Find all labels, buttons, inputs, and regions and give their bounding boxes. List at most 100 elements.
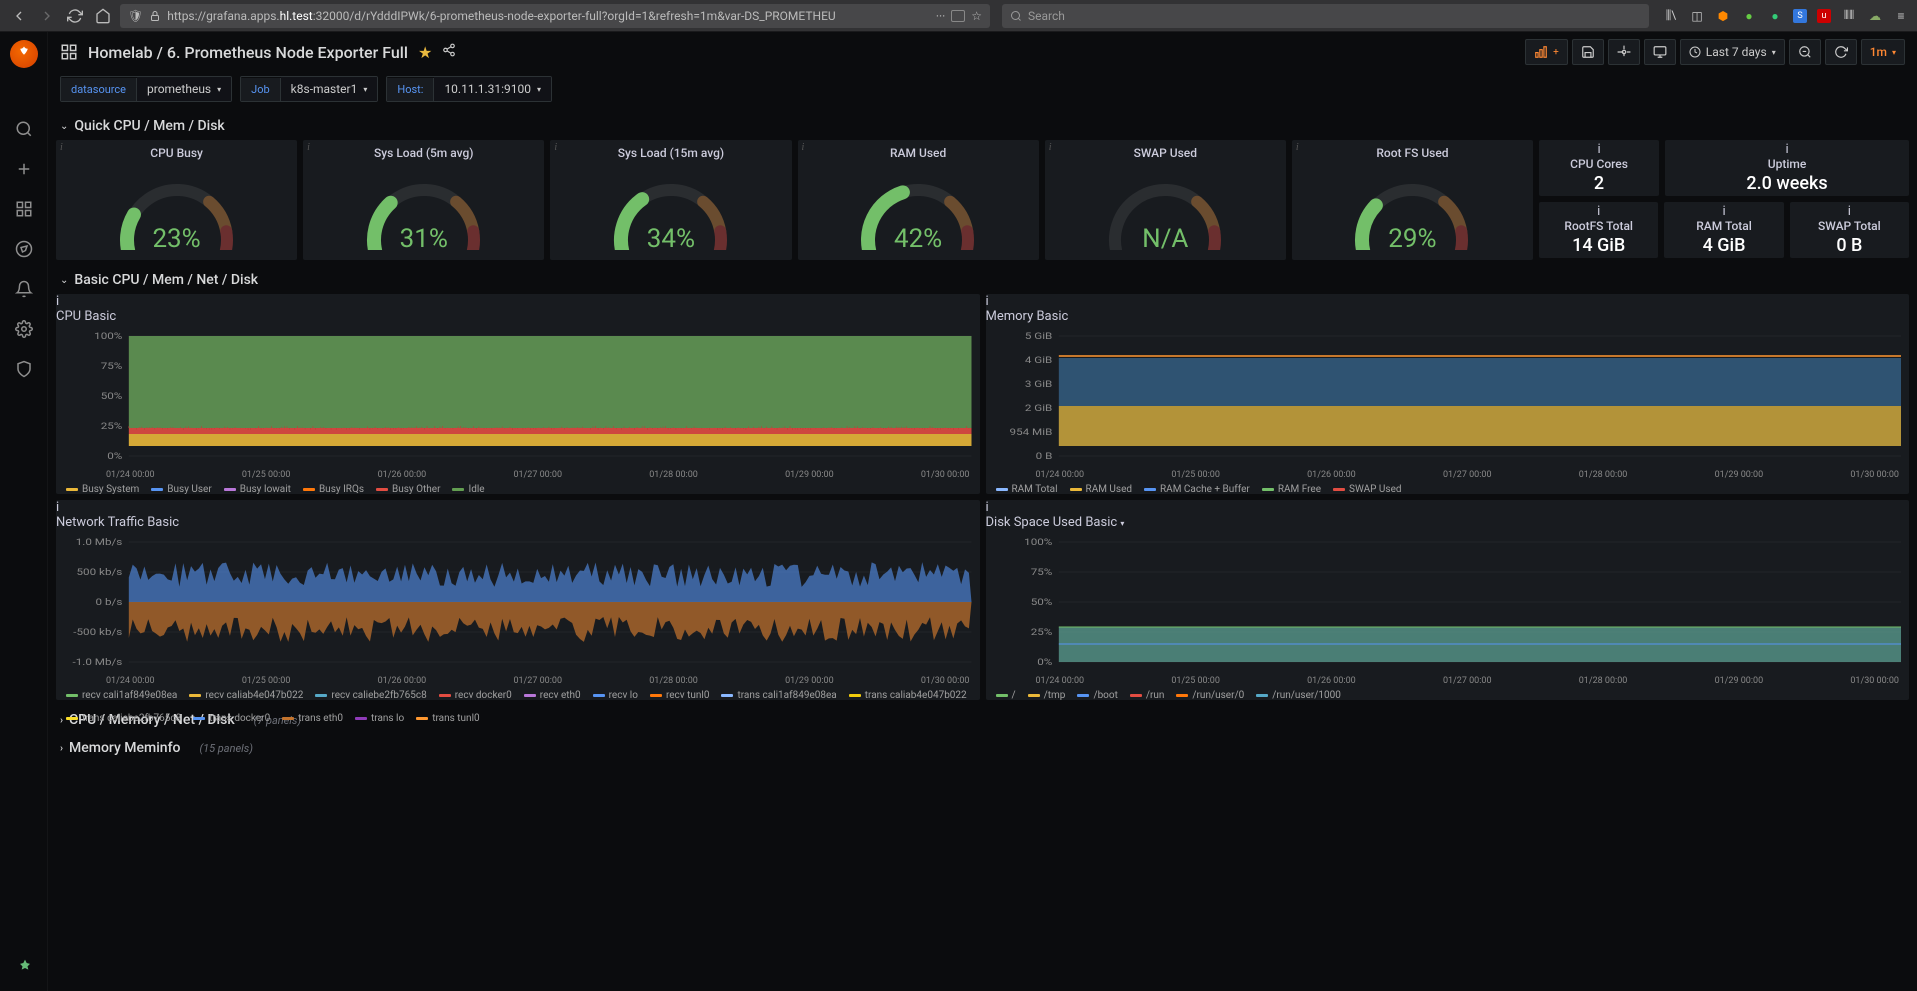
ext-icon-4[interactable]: S — [1793, 9, 1807, 23]
legend-item[interactable]: recv caliab4e047b022 — [189, 690, 303, 701]
legend-item[interactable]: recv cali1af849e08ea — [66, 690, 177, 701]
zoom-out-button[interactable] — [1789, 39, 1821, 65]
settings-button[interactable] — [1608, 39, 1640, 65]
gauge-sys-load-5m-avg-[interactable]: i Sys Load (5m avg) 31% — [303, 140, 544, 260]
info-icon[interactable]: i — [1597, 142, 1600, 157]
info-icon[interactable]: i — [802, 142, 805, 153]
panel-cpu-basic[interactable]: i CPU Basic 100%75%50%25%0% 01/24 00:000… — [56, 294, 980, 494]
info-icon[interactable]: i — [1785, 142, 1788, 157]
var-host[interactable]: Host: 10.11.1.31:9100▾ — [386, 76, 552, 102]
home-button[interactable] — [92, 5, 114, 27]
legend-item[interactable]: recv eth0 — [524, 690, 581, 701]
legend-item[interactable]: trans caliab4e047b022 — [849, 690, 967, 701]
browser-search[interactable]: Search — [1002, 4, 1649, 28]
grafana-logo[interactable] — [10, 40, 38, 68]
legend-item[interactable]: Busy IRQs — [303, 484, 364, 495]
sidebar-create[interactable] — [13, 158, 35, 180]
ext-icon-1[interactable]: ⬢ — [1715, 8, 1731, 24]
ext-icon-3[interactable]: ● — [1767, 8, 1783, 24]
sidebar-alerting[interactable] — [13, 278, 35, 300]
stat-rootfs[interactable]: iRootFS Total14 GiB — [1539, 202, 1658, 258]
stat-ram[interactable]: iRAM Total4 GiB — [1664, 202, 1783, 258]
stat-uptime[interactable]: iUptime2.0 weeks — [1665, 140, 1909, 196]
legend-item[interactable]: /run/user/1000 — [1256, 690, 1341, 701]
star-icon[interactable]: ★ — [418, 43, 432, 62]
legend-item[interactable]: Busy Iowait — [224, 484, 291, 495]
var-datasource[interactable]: datasource prometheus▾ — [60, 76, 232, 102]
info-icon[interactable]: i — [307, 142, 310, 153]
add-panel-button[interactable]: + — [1525, 39, 1568, 65]
time-range-picker[interactable]: Last 7 days▾ — [1680, 39, 1785, 65]
legend-item[interactable]: RAM Used — [1070, 484, 1132, 495]
forward-button[interactable] — [36, 5, 58, 27]
legend-item[interactable]: /run — [1130, 690, 1165, 701]
ext-icon-2[interactable]: ● — [1741, 8, 1757, 24]
sidebar-search[interactable] — [13, 118, 35, 140]
info-icon[interactable]: i — [56, 294, 980, 309]
ext-icon-7[interactable]: ☁ — [1867, 8, 1883, 24]
legend-item[interactable]: SWAP Used — [1333, 484, 1402, 495]
legend-item[interactable]: recv lo — [593, 690, 638, 701]
ext-icon-6[interactable]: ⦀⦀ — [1841, 8, 1857, 24]
sidebar-admin[interactable] — [13, 358, 35, 380]
legend-item[interactable]: trans caliebe2fb765c8 — [66, 713, 181, 724]
legend-item[interactable]: Idle — [452, 484, 484, 495]
menu-icon[interactable]: ≡ — [1893, 8, 1909, 24]
gauge-sys-load-15m-avg-[interactable]: i Sys Load (15m avg) 34% — [550, 140, 791, 260]
info-icon[interactable]: i — [986, 500, 1910, 515]
gauge-cpu-busy[interactable]: i CPU Busy 23% — [56, 140, 297, 260]
url-bar[interactable]: 🛡 https://grafana.apps.hl.test:32000/d/r… — [120, 4, 990, 28]
legend-item[interactable]: trans docker0 — [193, 713, 270, 724]
ellipsis-icon[interactable]: ··· — [936, 9, 945, 23]
var-job[interactable]: Job k8s-master1▾ — [240, 76, 378, 102]
legend-item[interactable]: recv caliebe2fb765c8 — [315, 690, 426, 701]
row-header-basic[interactable]: ⌄Basic CPU / Mem / Net / Disk — [56, 266, 1909, 294]
info-icon[interactable]: i — [986, 294, 1910, 309]
share-icon[interactable] — [442, 43, 456, 61]
help-icon[interactable] — [14, 957, 36, 979]
legend-item[interactable]: trans lo — [355, 713, 404, 724]
save-button[interactable] — [1572, 39, 1604, 65]
sidebar-configuration[interactable] — [13, 318, 35, 340]
gauge-swap-used[interactable]: i SWAP Used N/A — [1045, 140, 1286, 260]
legend-item[interactable]: RAM Cache + Buffer — [1144, 484, 1250, 495]
info-icon[interactable]: i — [56, 500, 980, 515]
breadcrumb[interactable]: Homelab / 6. Prometheus Node Exporter Fu… — [88, 43, 408, 62]
legend-item[interactable]: trans cali1af849e08ea — [721, 690, 836, 701]
stat-swap[interactable]: iSWAP Total0 B — [1790, 202, 1909, 258]
info-icon[interactable]: i — [1296, 142, 1299, 153]
legend-item[interactable]: /run/user/0 — [1176, 690, 1244, 701]
refresh-interval[interactable]: 1m▾ — [1861, 39, 1905, 65]
legend-item[interactable]: / — [996, 690, 1016, 701]
legend-item[interactable]: Busy Other — [376, 484, 440, 495]
refresh-button[interactable] — [1825, 39, 1857, 65]
legend-item[interactable]: /tmp — [1028, 690, 1066, 701]
sidebar-icon[interactable]: ◫ — [1689, 8, 1705, 24]
legend-item[interactable]: recv tunl0 — [650, 690, 710, 701]
legend-item[interactable]: recv docker0 — [439, 690, 512, 701]
legend-item[interactable]: RAM Total — [996, 484, 1058, 495]
row-header-meminfo[interactable]: ›Memory Meminfo (15 panels) — [56, 734, 1909, 762]
info-icon[interactable]: i — [60, 142, 63, 153]
panel-memory-basic[interactable]: i Memory Basic 5 GiB4 GiB3 GiB2 GiB954 M… — [986, 294, 1910, 494]
info-icon[interactable]: i — [1722, 204, 1725, 219]
library-icon[interactable]: ⫼\ — [1663, 8, 1679, 24]
gauge-root-fs-used[interactable]: i Root FS Used 29% — [1292, 140, 1533, 260]
tv-mode-button[interactable] — [1644, 39, 1676, 65]
panel-network-basic[interactable]: i Network Traffic Basic 1.0 Mb/s500 kb/s… — [56, 500, 980, 700]
gauge-ram-used[interactable]: i RAM Used 42% — [798, 140, 1039, 260]
info-icon[interactable]: i — [1597, 204, 1600, 219]
stat-cpu-cores[interactable]: iCPU Cores2 — [1539, 140, 1659, 196]
row-header-quick[interactable]: ⌄Quick CPU / Mem / Disk — [56, 112, 1909, 140]
info-icon[interactable]: i — [554, 142, 557, 153]
info-icon[interactable]: i — [1049, 142, 1052, 153]
back-button[interactable] — [8, 5, 30, 27]
legend-item[interactable]: Busy System — [66, 484, 139, 495]
legend-item[interactable]: trans tunl0 — [416, 713, 479, 724]
reader-icon[interactable] — [951, 10, 965, 22]
legend-item[interactable]: /boot — [1077, 690, 1117, 701]
info-icon[interactable]: i — [1848, 204, 1851, 219]
sidebar-explore[interactable] — [13, 238, 35, 260]
bookmark-star-icon[interactable]: ☆ — [971, 9, 982, 23]
ext-icon-5[interactable]: u — [1817, 9, 1831, 23]
